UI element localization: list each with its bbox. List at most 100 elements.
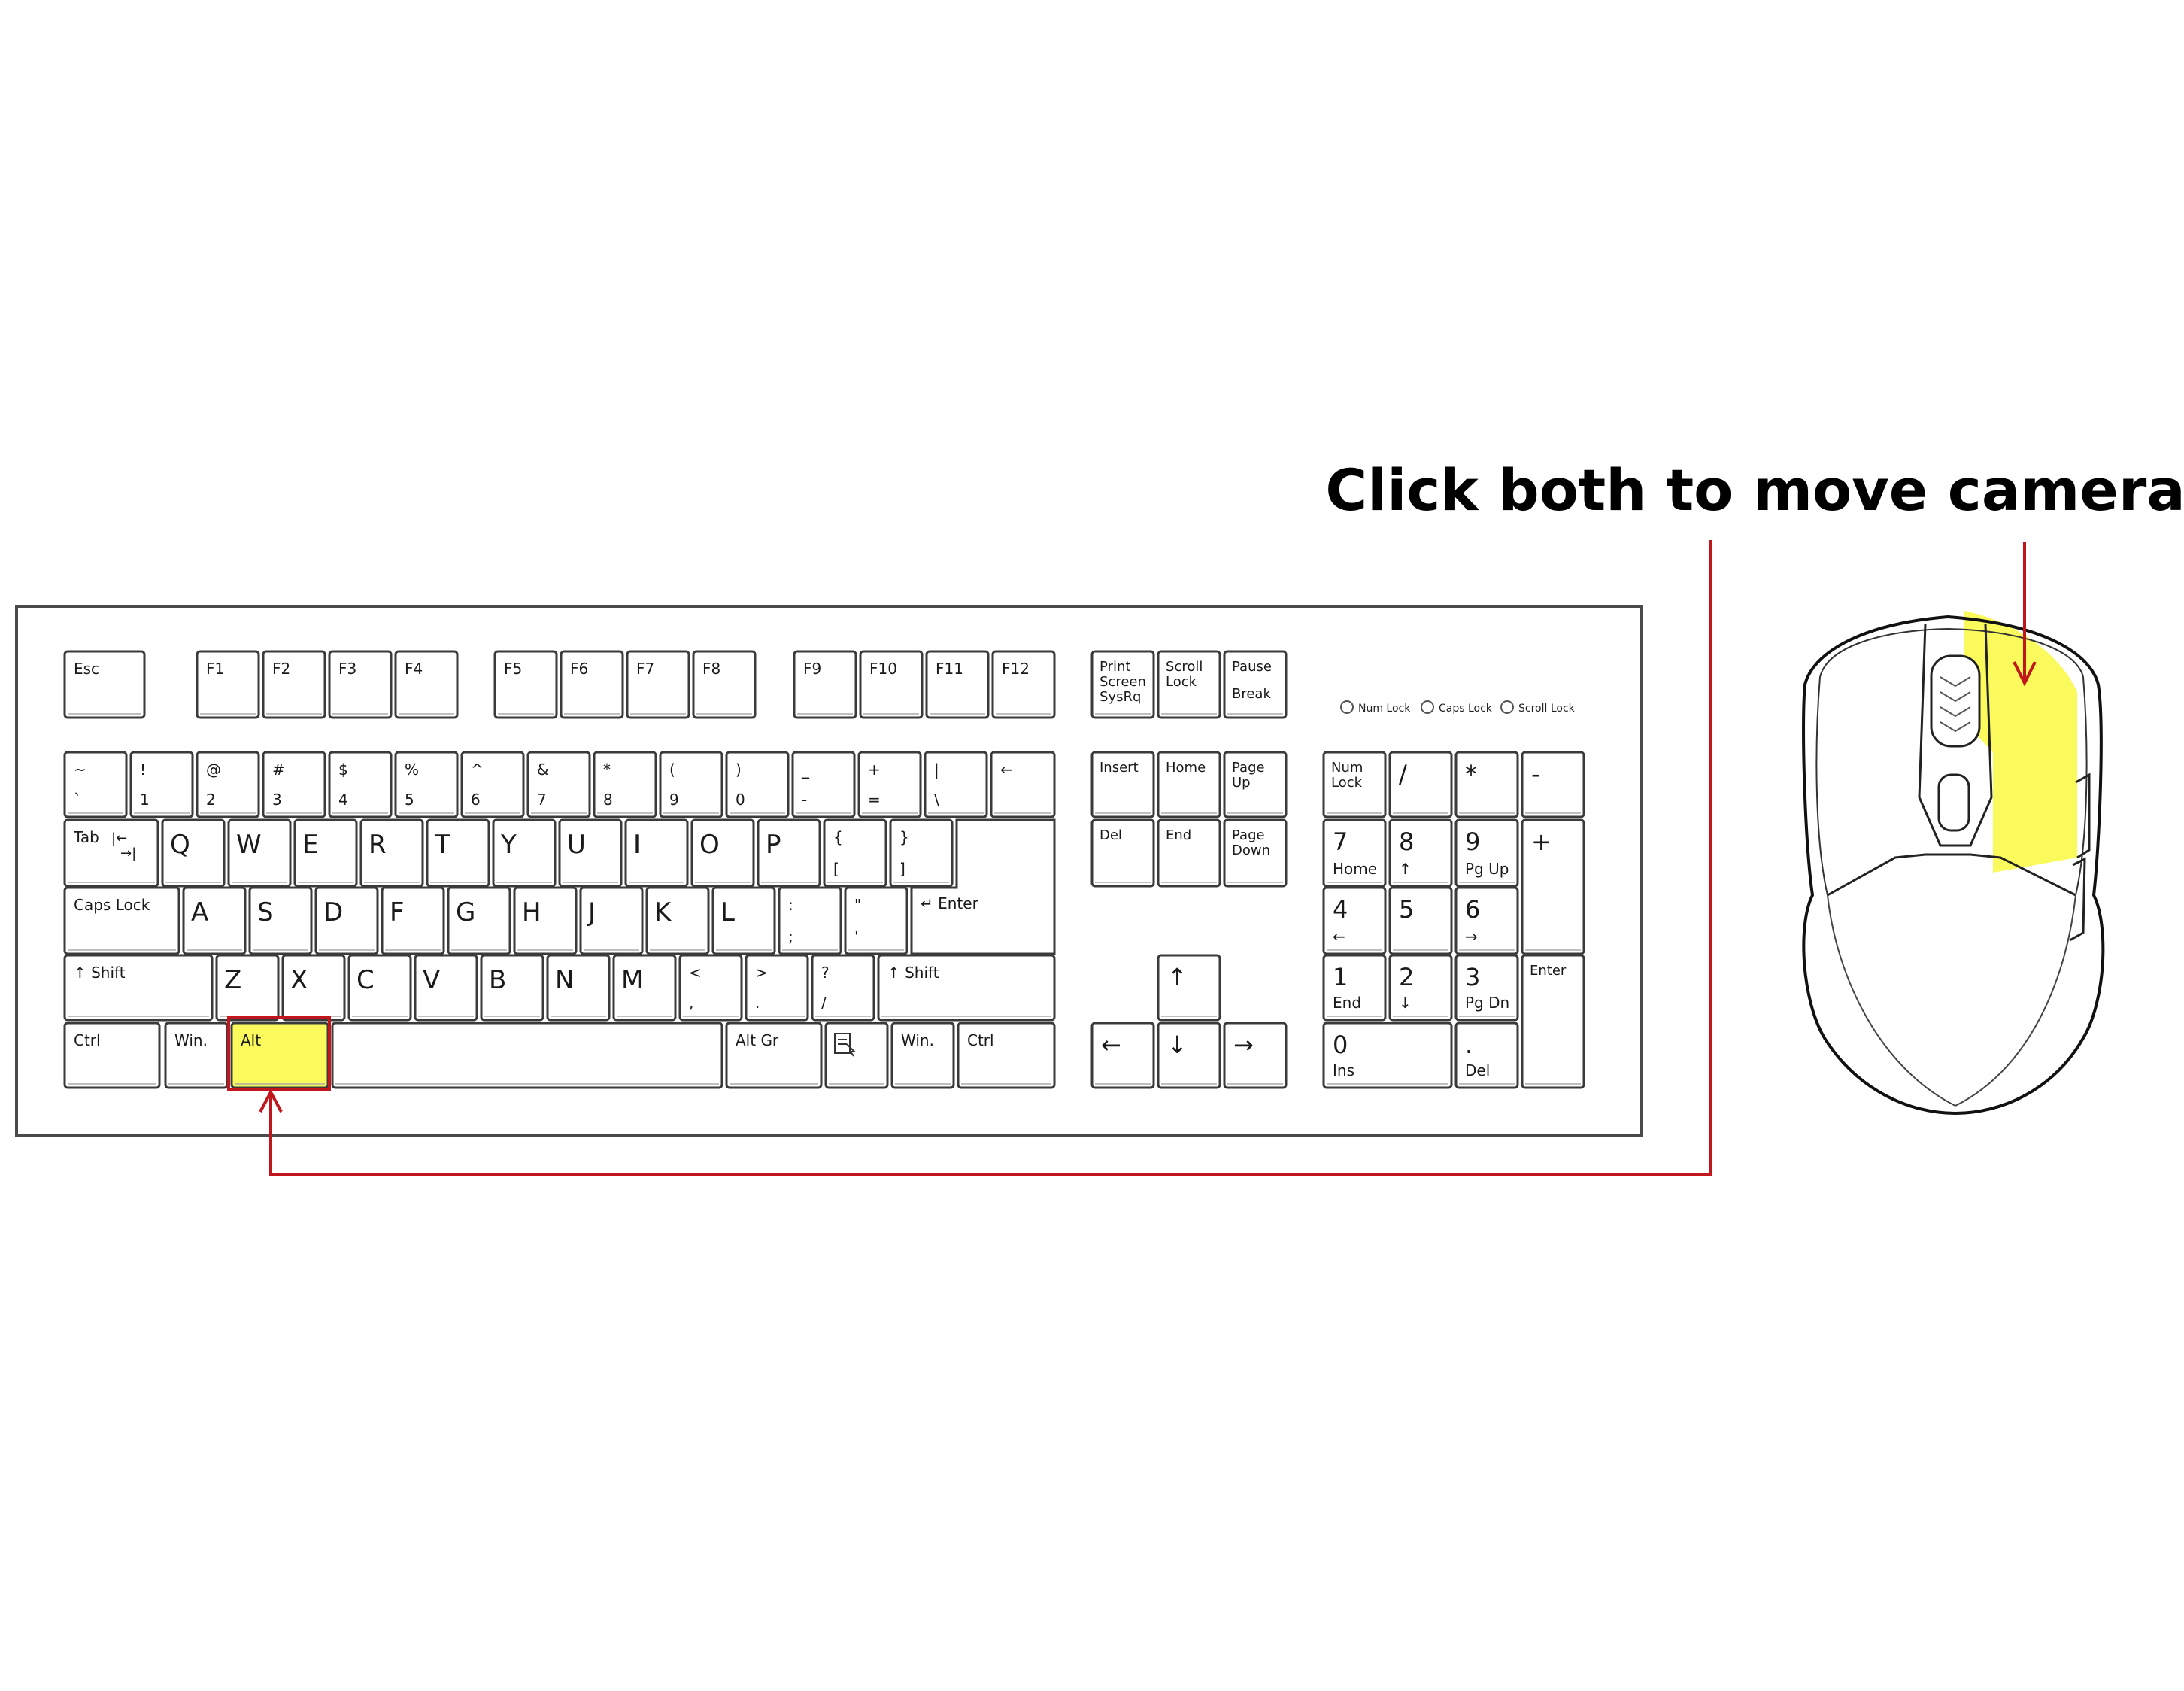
key-0[interactable]: )0 — [725, 751, 790, 818]
key-numpad-dot[interactable]: . Del — [1454, 1022, 1519, 1089]
key-right-ctrl[interactable]: Ctrl — [957, 1022, 1056, 1089]
key-minus[interactable]: _- — [791, 751, 856, 818]
key-i[interactable]: I — [624, 818, 689, 888]
key-3[interactable]: #3 — [262, 751, 326, 818]
key-print-screen[interactable]: PrintScreenSysRq — [1090, 650, 1155, 719]
key-f4[interactable]: F4 — [394, 650, 459, 719]
key-c[interactable]: C — [347, 954, 412, 1022]
key-f[interactable]: F — [381, 886, 445, 955]
key-r[interactable]: R — [359, 818, 424, 888]
key-numpad-7[interactable]: 7 Home — [1322, 818, 1387, 888]
key-numpad-2[interactable]: 2↓ — [1388, 954, 1453, 1022]
key-grave[interactable]: ~` — [63, 751, 128, 818]
key-x[interactable]: X — [281, 954, 346, 1022]
key-right-shift[interactable]: ↑ Shift — [877, 954, 1056, 1022]
key-semicolon[interactable]: :; — [778, 886, 842, 955]
key-numpad-star[interactable]: * — [1454, 751, 1519, 818]
key-period[interactable]: >. — [745, 954, 809, 1022]
key-l[interactable]: L — [711, 886, 776, 955]
key-f9[interactable]: F9 — [793, 650, 857, 719]
key-e[interactable]: E — [293, 818, 358, 888]
key-numpad-0[interactable]: 0 Ins — [1322, 1022, 1453, 1089]
key-right-win[interactable]: Win. — [890, 1022, 955, 1089]
key-page-up[interactable]: PageUp — [1223, 751, 1288, 818]
key-delete[interactable]: Del — [1090, 818, 1155, 888]
key-g[interactable]: G — [447, 886, 511, 955]
key-2[interactable]: @2 — [196, 751, 260, 818]
key-arrow-up[interactable]: ↑ — [1157, 954, 1221, 1022]
key-scroll-lock[interactable]: ScrollLock — [1157, 650, 1221, 719]
key-n[interactable]: N — [546, 954, 611, 1022]
key-j[interactable]: J — [579, 886, 644, 955]
key-rbracket[interactable]: }] — [889, 818, 954, 888]
key-backspace[interactable]: ← — [990, 751, 1056, 818]
key-arrow-down[interactable]: ↓ — [1157, 1022, 1221, 1089]
key-w[interactable]: W — [227, 818, 292, 888]
key-o[interactable]: O — [690, 818, 755, 888]
key-backslash[interactable]: |\ — [924, 751, 988, 818]
key-arrow-left[interactable]: ← — [1090, 1022, 1155, 1089]
key-q[interactable]: Q — [161, 818, 226, 888]
key-p[interactable]: P — [757, 818, 821, 888]
key-4[interactable]: $4 — [328, 751, 393, 818]
key-f11[interactable]: F11 — [925, 650, 990, 719]
key-6[interactable]: ^6 — [460, 751, 525, 818]
key-b[interactable]: B — [480, 954, 544, 1022]
key-numpad-enter[interactable]: Enter — [1521, 954, 1585, 1089]
key-numpad-5[interactable]: 5 — [1388, 886, 1453, 955]
key-f7[interactable]: F7 — [626, 650, 690, 719]
key-left-ctrl[interactable]: Ctrl — [63, 1022, 161, 1089]
key-insert[interactable]: Insert — [1090, 751, 1155, 818]
key-f6[interactable]: F6 — [560, 650, 624, 719]
key-numpad-9[interactable]: 9 Pg Up — [1454, 818, 1519, 888]
key-tab[interactable]: Tab |←→| — [63, 818, 159, 888]
key-s[interactable]: S — [248, 886, 313, 955]
key-y[interactable]: Y — [492, 818, 557, 888]
key-numpad-6[interactable]: 6→ — [1454, 886, 1519, 955]
key-f2[interactable]: F2 — [262, 650, 326, 719]
key-f1[interactable]: F1 — [196, 650, 260, 719]
key-f3[interactable]: F3 — [328, 650, 393, 719]
key-m[interactable]: M — [612, 954, 677, 1022]
key-1[interactable]: !1 — [129, 751, 194, 818]
key-menu[interactable] — [824, 1022, 889, 1089]
key-7[interactable]: &7 — [526, 751, 591, 818]
key-5[interactable]: %5 — [394, 751, 459, 818]
key-f8[interactable]: F8 — [692, 650, 757, 719]
key-caps-lock[interactable]: Caps Lock — [63, 886, 180, 955]
key-quote[interactable]: "' — [844, 886, 908, 955]
key-numpad-slash[interactable]: / — [1388, 751, 1453, 818]
key-d[interactable]: D — [314, 886, 379, 955]
key-space[interactable] — [331, 1022, 723, 1089]
key-numpad-8[interactable]: 8↑ — [1388, 818, 1453, 888]
key-lbracket[interactable]: {[ — [823, 818, 887, 888]
key-u[interactable]: U — [558, 818, 623, 888]
key-comma[interactable]: <, — [678, 954, 743, 1022]
key-left-win[interactable]: Win. — [164, 1022, 229, 1089]
key-v[interactable]: V — [414, 954, 478, 1022]
key-left-shift[interactable]: ↑ Shift — [63, 954, 214, 1022]
key-8[interactable]: *8 — [593, 751, 657, 818]
key-num-lock[interactable]: NumLock — [1322, 751, 1387, 818]
key-9[interactable]: (9 — [659, 751, 723, 818]
key-home[interactable]: Home — [1157, 751, 1221, 818]
key-f5[interactable]: F5 — [493, 650, 558, 719]
key-equal[interactable]: += — [857, 751, 922, 818]
key-numpad-4[interactable]: 4← — [1322, 886, 1387, 955]
key-page-down[interactable]: PageDown — [1223, 818, 1288, 888]
key-t[interactable]: T — [426, 818, 490, 888]
key-f12[interactable]: F12 — [991, 650, 1056, 719]
key-numpad-plus[interactable]: + — [1521, 818, 1585, 955]
key-slash[interactable]: ?/ — [811, 954, 875, 1022]
key-k[interactable]: K — [645, 886, 710, 955]
key-f10[interactable]: F10 — [859, 650, 924, 719]
key-numpad-minus[interactable]: - — [1521, 751, 1585, 818]
key-numpad-1[interactable]: 1 End — [1322, 954, 1387, 1022]
key-pause[interactable]: Pause Break — [1223, 650, 1288, 719]
key-arrow-right[interactable]: → — [1223, 1022, 1288, 1089]
key-numpad-3[interactable]: 3 Pg Dn — [1454, 954, 1519, 1022]
key-h[interactable]: H — [513, 886, 578, 955]
key-z[interactable]: Z — [215, 954, 280, 1022]
key-alt-gr[interactable]: Alt Gr — [725, 1022, 823, 1089]
key-a[interactable]: A — [182, 886, 247, 955]
